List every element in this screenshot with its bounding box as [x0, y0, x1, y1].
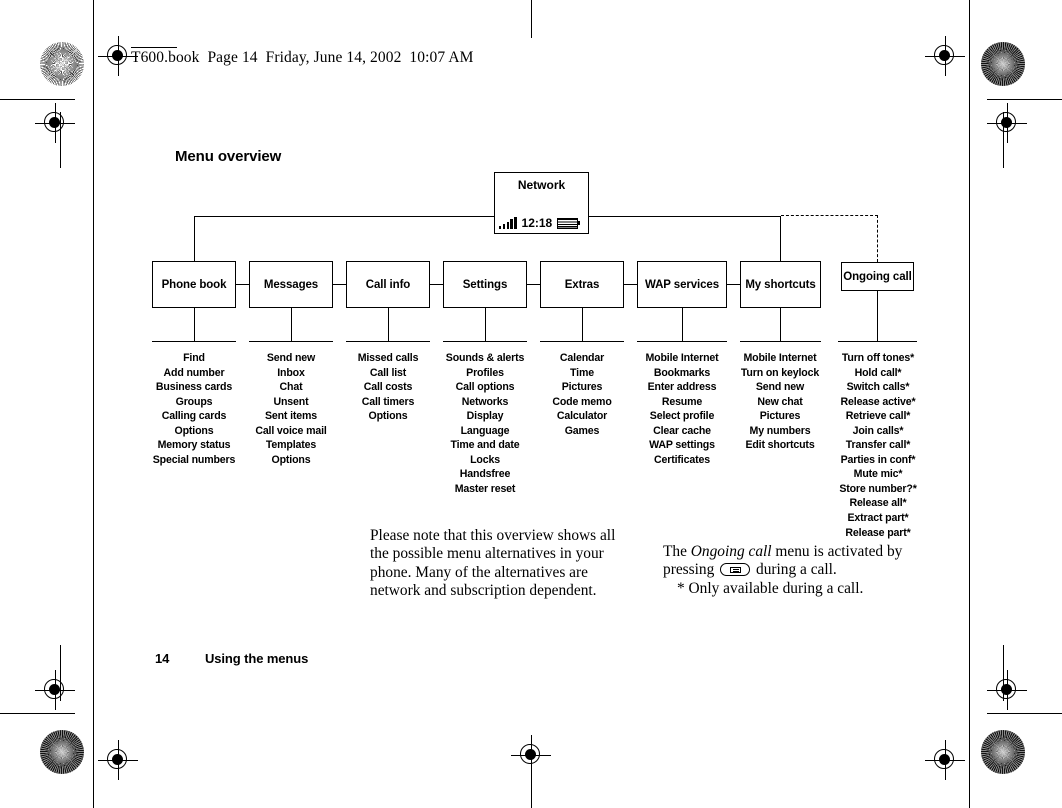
drop-line-phone-book: [194, 216, 196, 261]
submenu-item[interactable]: Certificates: [602, 453, 762, 468]
submenu-rule-phone-book: [152, 341, 236, 343]
menu-node-settings[interactable]: Settings: [443, 261, 527, 308]
submenu-item[interactable]: Parties in conf*: [798, 453, 958, 468]
submenu-item[interactable]: Release part*: [798, 526, 958, 541]
battery-icon: [557, 217, 581, 229]
menu-key-icon: [720, 563, 751, 577]
submenu-item[interactable]: Release all*: [798, 496, 958, 511]
submenu-rule-messages: [249, 341, 333, 343]
menu-overview-diagram: Network 12:18 Phone book Messages Call i…: [0, 0, 1062, 808]
stem-call-info: [388, 308, 390, 341]
submenu-item[interactable]: Time and date: [405, 438, 565, 453]
submenu-item[interactable]: Mute mic*: [798, 467, 958, 482]
submenu-item[interactable]: Locks: [405, 453, 565, 468]
phone-screen-network-label: Network: [517, 178, 566, 192]
submenu-item[interactable]: Call voice mail: [211, 424, 371, 439]
submenu-item[interactable]: Hold call*: [798, 366, 958, 381]
footer-page-number: 14: [155, 651, 170, 666]
submenu-item[interactable]: Store number?*: [798, 482, 958, 497]
submenu-rule-wap-services: [637, 341, 727, 343]
note-right-prefix: The: [663, 543, 691, 560]
signal-bars-icon: [499, 217, 517, 229]
submenu-rule-extras: [540, 341, 624, 343]
submenu-item[interactable]: Handsfree: [405, 467, 565, 482]
submenu-rule-call-info: [346, 341, 430, 343]
submenu-item[interactable]: Options: [211, 453, 371, 468]
submenu-list-ongoing-call: Turn off tones* Hold call* Switch calls* Re…: [798, 351, 958, 540]
note-right-suffix: during a call.: [752, 561, 837, 579]
submenu-item[interactable]: Templates: [211, 438, 371, 453]
menu-node-wap-services[interactable]: WAP services: [637, 261, 727, 308]
menu-node-messages[interactable]: Messages: [249, 261, 333, 308]
bus-line-right: [589, 216, 781, 218]
phone-screen-node: Network 12:18: [494, 172, 589, 234]
submenu-rule-my-shortcuts: [740, 341, 821, 343]
submenu-item[interactable]: Retrieve call*: [798, 409, 958, 424]
bus-line-left: [194, 216, 494, 218]
connector-settings-extras: [527, 284, 540, 286]
submenu-item[interactable]: Master reset: [405, 482, 565, 497]
menu-node-phone-book[interactable]: Phone book: [152, 261, 236, 308]
stem-extras: [582, 308, 584, 341]
stem-wap-services: [682, 308, 684, 341]
submenu-item[interactable]: Join calls*: [798, 424, 958, 439]
dashed-bus-to-ongoing-call: [781, 215, 878, 216]
submenu-item[interactable]: Switch calls*: [798, 380, 958, 395]
menu-node-my-shortcuts[interactable]: My shortcuts: [740, 261, 821, 308]
note-right-italic: Ongoing call: [690, 543, 772, 560]
note-ongoing-call: The Ongoing call menu is activated by pr…: [663, 543, 923, 598]
stem-phone-book: [194, 308, 196, 341]
dashed-drop-to-ongoing-call: [877, 215, 878, 262]
menu-node-extras[interactable]: Extras: [540, 261, 624, 308]
stem-messages: [291, 308, 293, 341]
connector-callinfo-settings: [430, 284, 443, 286]
submenu-item[interactable]: Extract part*: [798, 511, 958, 526]
submenu-rule-ongoing-call: [838, 341, 917, 343]
submenu-item[interactable]: Release active*: [798, 395, 958, 410]
phone-screen-clock: 12:18: [521, 216, 553, 230]
submenu-item[interactable]: Turn off tones*: [798, 351, 958, 366]
connector-extras-wap: [624, 284, 637, 286]
menu-node-call-info[interactable]: Call info: [346, 261, 430, 308]
connector-wap-myshortcuts: [727, 284, 740, 286]
phone-screen-status-bar: 12:18: [499, 214, 584, 229]
note-menu-alternatives: Please note that this overview shows all…: [370, 527, 616, 600]
footer-chapter: Using the menus: [205, 651, 309, 666]
submenu-rule-settings: [443, 341, 527, 343]
connector-phonebook-messages: [236, 284, 249, 286]
stem-my-shortcuts: [780, 308, 782, 341]
page-footer: 14 Using the menus: [155, 651, 308, 666]
stem-ongoing-call: [877, 291, 879, 341]
drop-line-my-shortcuts: [780, 216, 782, 261]
menu-node-ongoing-call[interactable]: Ongoing call: [841, 262, 914, 291]
stem-settings: [485, 308, 487, 341]
submenu-item[interactable]: Transfer call*: [798, 438, 958, 453]
footnote-asterisk: * Only available during a call.: [677, 579, 864, 597]
connector-messages-callinfo: [333, 284, 346, 286]
